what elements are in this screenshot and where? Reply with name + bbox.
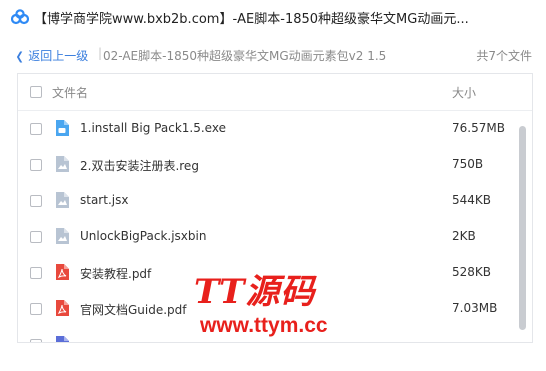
file-name[interactable]: UnlockBigPack.jsxbin [80, 229, 206, 243]
file-size: 7.03MB [452, 301, 498, 315]
select-all-checkbox[interactable] [30, 86, 42, 98]
breadcrumb: 02-AE脚本-1850种超级豪华文MG动画元素包v2 1.5 [103, 49, 387, 63]
row-checkbox[interactable] [30, 231, 42, 243]
row-checkbox[interactable] [30, 267, 42, 279]
file-row[interactable]: 2.双击安装注册表.reg 750B [18, 147, 518, 183]
file-name[interactable]: 2.双击安装注册表.reg [80, 157, 199, 174]
generic-file-icon [56, 192, 69, 208]
file-row[interactable]: start.jsx 544KB [18, 183, 518, 219]
file-row-partial[interactable] [18, 327, 518, 342]
vertical-scrollbar[interactable] [519, 126, 526, 330]
file-name[interactable]: start.jsx [80, 193, 128, 207]
doc-file-icon [56, 336, 69, 342]
generic-file-icon [56, 228, 69, 244]
list-header: 文件名 大小 [18, 74, 532, 111]
column-header-size[interactable]: 大小 [452, 84, 476, 101]
file-size: 2KB [452, 229, 476, 243]
row-checkbox[interactable] [30, 123, 42, 135]
file-size: 544KB [452, 193, 492, 207]
row-checkbox[interactable] [30, 195, 42, 207]
generic-file-icon [56, 156, 69, 172]
file-name[interactable]: 安装教程.pdf [80, 265, 151, 282]
file-size: 76.57MB [452, 121, 505, 135]
exe-file-icon [56, 120, 69, 136]
title-bar: 【博学商学院www.bxb2b.com】-AE脚本-1850种超级豪华文MG动画… [0, 0, 546, 34]
column-header-name[interactable]: 文件名 [52, 84, 88, 101]
back-label: 返回上一级 [28, 49, 89, 63]
file-row[interactable]: UnlockBigPack.jsxbin 2KB [18, 219, 518, 255]
baidu-netdisk-logo [11, 9, 29, 25]
back-button[interactable]: ❮ 返回上一级 [15, 47, 88, 64]
row-checkbox[interactable] [30, 303, 42, 315]
row-checkbox[interactable] [30, 159, 42, 171]
file-size: 528KB [452, 265, 492, 279]
pdf-file-icon [56, 300, 69, 316]
file-count: 共7个文件 [476, 49, 532, 63]
path-separator: | [98, 46, 103, 60]
path-bar: ❮ 返回上一级 | 02-AE脚本-1850种超级豪华文MG动画元素包v2 1.5… [0, 42, 546, 66]
file-list: 文件名 大小 1.install Big Pack1.5.exe 76.57MB… [17, 73, 533, 343]
row-checkbox[interactable] [30, 339, 42, 342]
file-row[interactable]: 安装教程.pdf 528KB [18, 255, 518, 291]
file-row[interactable]: 官网文档Guide.pdf 7.03MB [18, 291, 518, 327]
pdf-file-icon [56, 264, 69, 280]
chevron-left-icon: ❮ [15, 50, 24, 63]
file-row[interactable]: 1.install Big Pack1.5.exe 76.57MB [18, 111, 518, 147]
file-name[interactable]: 官网文档Guide.pdf [80, 301, 187, 318]
window-title: 【博学商学院www.bxb2b.com】-AE脚本-1850种超级豪华文MG动画… [34, 12, 469, 27]
file-size: 750B [452, 157, 484, 171]
file-name[interactable]: 1.install Big Pack1.5.exe [80, 121, 226, 135]
